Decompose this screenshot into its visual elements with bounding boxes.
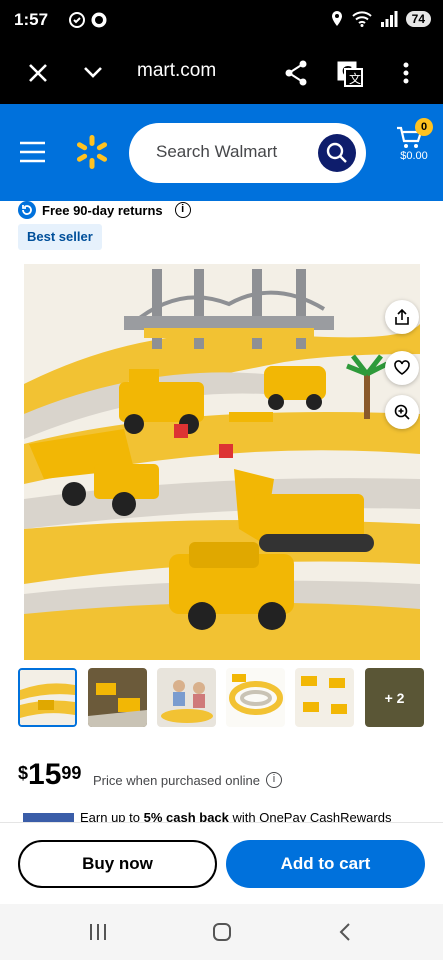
site-header: Search Walmart 0 $0.00 — [0, 104, 443, 201]
onepay-card-icon — [23, 812, 74, 823]
action-bar: Buy now Add to cart — [0, 822, 443, 904]
search-placeholder: Search Walmart — [156, 142, 278, 161]
returns-icon — [18, 201, 36, 219]
app-notification-icon — [91, 12, 107, 28]
zoom-in-icon — [394, 404, 410, 420]
price-cents: 99 — [61, 763, 82, 783]
translate-icon[interactable]: G文 — [336, 58, 364, 88]
cart-button[interactable]: 0 $0.00 — [394, 118, 434, 178]
price-note-row: Price when purchased online i — [93, 772, 282, 788]
more-vertical-icon[interactable] — [398, 58, 414, 88]
search-button[interactable] — [318, 134, 356, 172]
walmart-spark-logo[interactable] — [75, 135, 109, 169]
buy-now-button[interactable]: Buy now — [18, 840, 217, 888]
returns-text: Free 90-day returns — [42, 202, 163, 218]
free-returns-row: Free 90-day returns i — [18, 201, 191, 219]
back-icon[interactable] — [338, 922, 352, 942]
wifi-icon — [351, 11, 372, 27]
thumbnail-strip: + 2 — [18, 668, 428, 728]
browser-toolbar: mart.com G文 — [0, 42, 443, 104]
hamburger-menu-icon[interactable] — [19, 141, 46, 163]
recent-apps-icon[interactable] — [88, 922, 108, 942]
cart-count-badge: 0 — [415, 118, 433, 136]
favorite-button[interactable] — [385, 351, 419, 385]
search-icon — [326, 142, 347, 163]
price: $ 15 99 — [18, 760, 81, 790]
product-photo — [24, 264, 420, 660]
more-images-count: + 2 — [384, 689, 405, 706]
signal-icon — [380, 11, 398, 27]
price-note: Price when purchased online — [93, 772, 260, 788]
price-currency: $ — [18, 763, 29, 783]
add-to-cart-button[interactable]: Add to cart — [226, 840, 425, 888]
thumbnail-4[interactable] — [226, 668, 285, 727]
cart-amount: $0.00 — [400, 150, 428, 162]
share-icon[interactable] — [284, 58, 308, 88]
search-input[interactable]: Search Walmart — [129, 123, 366, 183]
system-nav-bar — [0, 904, 443, 960]
share-icon — [395, 308, 409, 325]
status-time: 1:57 — [14, 10, 49, 29]
zoom-button[interactable] — [385, 395, 419, 429]
info-icon[interactable]: i — [265, 772, 282, 788]
price-dollars: 15 — [28, 758, 62, 791]
status-bar: 1:57 74 — [0, 0, 443, 42]
thumbnail-more[interactable]: + 2 — [365, 668, 424, 727]
thumbnail-1[interactable] — [18, 668, 77, 727]
thumbnail-3[interactable] — [157, 668, 216, 727]
url-display[interactable]: mart.com — [137, 60, 216, 82]
svg-text:文: 文 — [349, 71, 361, 86]
location-icon — [331, 11, 342, 26]
close-icon[interactable] — [27, 58, 49, 88]
chevron-down-icon[interactable] — [82, 58, 104, 88]
info-icon[interactable]: i — [174, 202, 191, 218]
thumbnail-2[interactable] — [88, 668, 147, 727]
best-seller-badge: Best seller — [18, 224, 102, 250]
product-image[interactable] — [24, 264, 420, 660]
share-button[interactable] — [385, 300, 419, 334]
battery-indicator: 74 — [405, 11, 431, 27]
home-icon[interactable] — [212, 922, 232, 942]
sync-icon — [69, 12, 85, 28]
heart-icon — [394, 360, 410, 375]
thumbnail-5[interactable] — [295, 668, 354, 727]
